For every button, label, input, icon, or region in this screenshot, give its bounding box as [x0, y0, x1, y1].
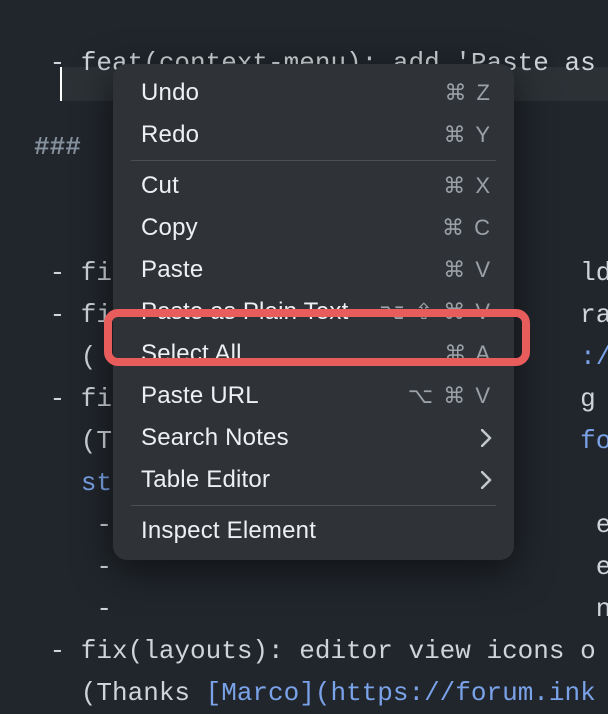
menu-label: Copy [141, 214, 198, 242]
menu-label: Paste [141, 256, 203, 284]
code-line: st [34, 468, 112, 498]
menu-label: Search Notes [141, 424, 289, 452]
menu-item-select-all[interactable]: Select All ⌘ A [113, 333, 514, 375]
menu-item-redo[interactable]: Redo ⌘ Y [113, 114, 514, 156]
menu-item-cut[interactable]: Cut ⌘ X [113, 165, 514, 207]
chevron-right-icon [481, 471, 492, 489]
menu-label: Paste URL [141, 382, 259, 410]
menu-item-copy[interactable]: Copy ⌘ C [113, 207, 514, 249]
menu-shortcut: ⌘ V [443, 257, 492, 283]
menu-item-inspect-element[interactable]: Inspect Element [113, 510, 514, 552]
menu-shortcut: ⌘ X [443, 173, 492, 199]
menu-shortcut: ⌥ ⌘ V [408, 383, 492, 409]
link-fragment: st [81, 468, 112, 498]
menu-label: Inspect Element [141, 517, 316, 545]
code-line: (Thanks [Marco](https://forum.ink [34, 678, 596, 708]
menu-label: Undo [141, 79, 199, 107]
menu-shortcut: ⌘ A [444, 341, 492, 367]
menu-shortcut: ⌘ Z [444, 80, 492, 106]
link-fragment: forum [580, 426, 608, 456]
chevron-right-icon [481, 429, 492, 447]
menu-separator [131, 160, 496, 161]
menu-shortcut: ⌥ ⇧ ⌘ V [379, 299, 492, 325]
context-menu: Undo ⌘ Z Redo ⌘ Y Cut ⌘ X Copy ⌘ C Paste… [113, 64, 514, 560]
code-line: - fix(layouts): editor view icons o [34, 636, 596, 666]
menu-item-search-notes[interactable]: Search Notes [113, 417, 514, 459]
menu-label: Table Editor [141, 466, 270, 494]
menu-label: Select All [141, 340, 242, 368]
link-fragment: ://f [580, 342, 608, 372]
menu-separator [131, 505, 496, 506]
markdown-heading-hashes: ### [34, 132, 81, 162]
menu-item-undo[interactable]: Undo ⌘ Z [113, 72, 514, 114]
menu-item-table-editor[interactable]: Table Editor [113, 459, 514, 501]
link-name: [Marco] [206, 678, 315, 708]
menu-shortcut: ⌘ C [442, 215, 492, 241]
link-url: (https://forum.ink [315, 678, 596, 708]
menu-label: Paste as Plain Text [141, 298, 348, 326]
menu-item-paste[interactable]: Paste ⌘ V [113, 249, 514, 291]
menu-item-paste-as-plain-text[interactable]: Paste as Plain Text ⌥ ⇧ ⌘ V [113, 291, 514, 333]
menu-shortcut: ⌘ Y [444, 122, 492, 148]
menu-label: Cut [141, 172, 179, 200]
menu-item-paste-url[interactable]: Paste URL ⌥ ⌘ V [113, 375, 514, 417]
code-line: - n fa [34, 594, 608, 624]
menu-label: Redo [141, 121, 199, 149]
